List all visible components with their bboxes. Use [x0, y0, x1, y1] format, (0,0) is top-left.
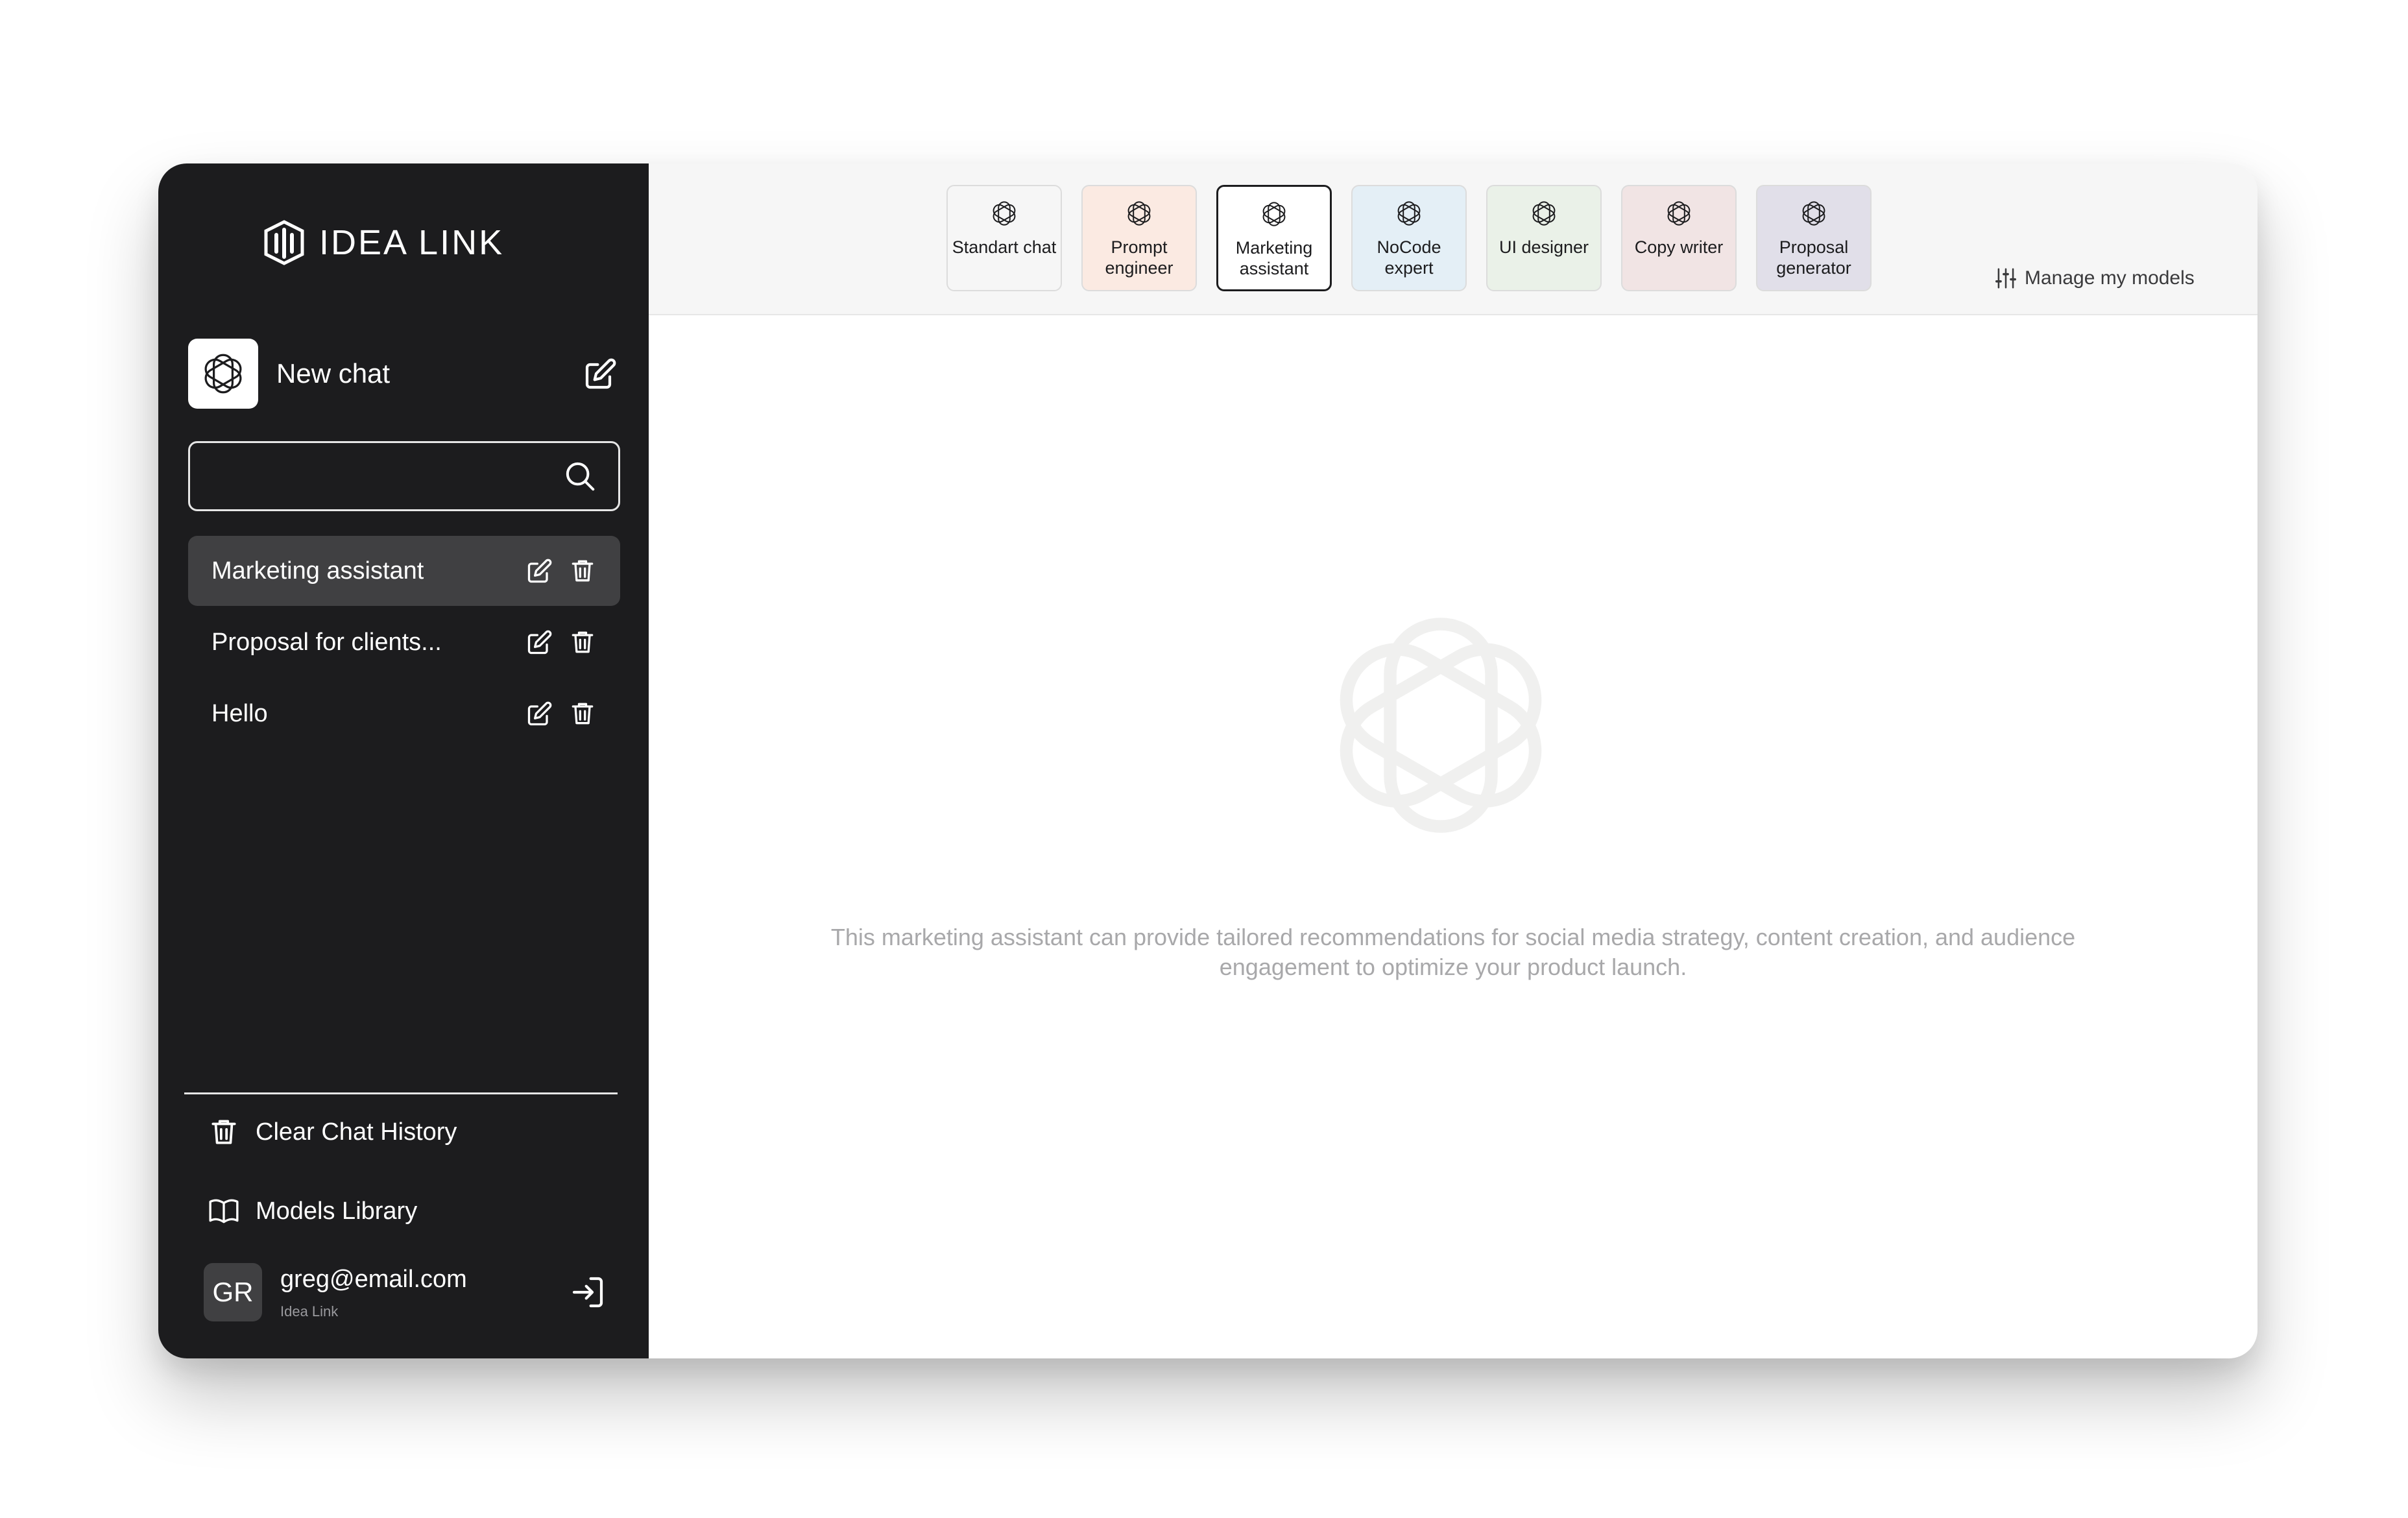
- model-label: Standart chat: [952, 237, 1057, 257]
- manage-models-label: Manage my models: [2025, 267, 2195, 289]
- model-list: Standart chat Prompt engineer Marketing …: [946, 185, 1872, 291]
- model-card-copy-writer[interactable]: Copy writer: [1621, 185, 1737, 291]
- search-icon[interactable]: [562, 459, 597, 494]
- model-card-marketing-assistant[interactable]: Marketing assistant: [1216, 185, 1332, 291]
- models-library-button[interactable]: Models Library: [208, 1195, 417, 1227]
- clear-chat-history-label: Clear Chat History: [256, 1118, 457, 1146]
- book-icon: [209, 1199, 239, 1223]
- edit-icon[interactable]: [525, 628, 554, 657]
- chat-history-list: Marketing assistant Proposal for clients…: [188, 536, 620, 750]
- model-label: UI designer: [1499, 237, 1589, 257]
- sidebar-divider: [184, 1092, 618, 1094]
- ai-model-icon: [1665, 201, 1692, 226]
- sidebar: IDEA LINK New chat Marketing assistant P…: [158, 163, 649, 1358]
- model-label: Marketing assistant: [1235, 238, 1313, 278]
- model-selector-bar: Standart chat Prompt engineer Marketing …: [649, 163, 2258, 315]
- user-org: Idea Link: [280, 1303, 339, 1319]
- trash-icon: [211, 1120, 236, 1144]
- user-email: greg@email.com: [280, 1266, 467, 1293]
- model-card-ui-designer[interactable]: UI designer: [1486, 185, 1602, 291]
- user-profile[interactable]: GR greg@email.com Idea Link: [204, 1262, 606, 1322]
- brand-logo[interactable]: IDEA LINK: [262, 219, 504, 266]
- trash-icon[interactable]: [568, 557, 597, 585]
- model-card-nocode-expert[interactable]: NoCode expert: [1351, 185, 1467, 291]
- model-label: Copy writer: [1634, 237, 1724, 257]
- ai-model-icon: [991, 201, 1018, 226]
- new-chat-avatar: [188, 339, 258, 409]
- ai-model-icon: [1395, 201, 1423, 226]
- model-card-proposal-generator[interactable]: Proposal generator: [1756, 185, 1872, 291]
- logout-icon[interactable]: [570, 1274, 606, 1310]
- avatar: GR: [204, 1263, 262, 1321]
- app-window: IDEA LINK New chat Marketing assistant P…: [158, 163, 2258, 1358]
- trash-icon[interactable]: [568, 628, 597, 657]
- model-description: This marketing assistant can provide tai…: [830, 924, 2076, 980]
- new-chat-button[interactable]: New chat: [188, 339, 620, 409]
- trash-icon[interactable]: [568, 699, 597, 728]
- model-card-standart-chat[interactable]: Standart chat: [946, 185, 1062, 291]
- ai-model-icon: [1800, 201, 1827, 226]
- clear-chat-history-button[interactable]: Clear Chat History: [208, 1116, 457, 1148]
- manage-models-button[interactable]: Manage my models: [1993, 266, 2195, 291]
- model-card-prompt-engineer[interactable]: Prompt engineer: [1081, 185, 1197, 291]
- chat-item-proposal[interactable]: Proposal for clients...: [188, 607, 620, 677]
- ai-model-icon: [1126, 201, 1153, 226]
- main-panel: Standart chat Prompt engineer Marketing …: [649, 163, 2258, 1358]
- edit-icon[interactable]: [525, 699, 554, 728]
- ai-model-icon: [201, 354, 245, 394]
- sliders-icon: [1995, 268, 2016, 289]
- edit-icon[interactable]: [525, 557, 554, 585]
- models-library-label: Models Library: [256, 1197, 418, 1225]
- ai-model-watermark-icon: [1340, 618, 1542, 833]
- search-box[interactable]: [188, 441, 620, 511]
- new-chat-label: New chat: [276, 358, 391, 389]
- model-label: Prompt engineer: [1105, 237, 1174, 278]
- brand-name: IDEA LINK: [319, 223, 505, 262]
- chat-item-hello[interactable]: Hello: [188, 679, 620, 749]
- compose-icon[interactable]: [583, 355, 619, 392]
- search-input[interactable]: [190, 463, 562, 490]
- chat-item-label: Proposal for clients...: [211, 628, 442, 656]
- model-label: NoCode expert: [1377, 237, 1441, 278]
- idea-link-logo-icon: [264, 220, 304, 265]
- ai-model-icon: [1530, 201, 1558, 226]
- chat-item-label: Marketing assistant: [211, 557, 424, 584]
- ai-model-icon: [1260, 202, 1288, 226]
- chat-item-label: Hello: [211, 699, 268, 727]
- chat-item-marketing-assistant[interactable]: Marketing assistant: [188, 536, 620, 606]
- model-label: Proposal generator: [1776, 237, 1851, 278]
